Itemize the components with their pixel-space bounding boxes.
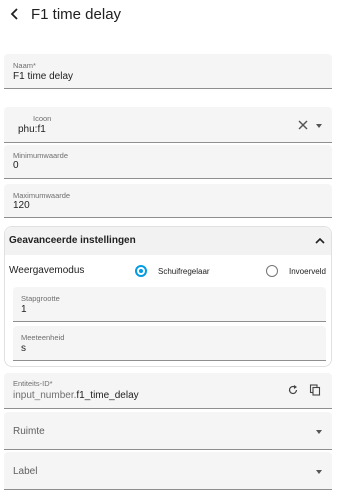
area-dropdown-label: Ruimte bbox=[13, 426, 45, 437]
clear-icon[interactable] bbox=[297, 119, 309, 131]
entity-id-value[interactable]: input_number.f1_time_delay bbox=[13, 390, 139, 401]
icon-field-label: Icoon bbox=[33, 114, 52, 123]
chevron-up-icon[interactable] bbox=[315, 236, 325, 246]
entity-id-prefix: input_number. bbox=[13, 390, 77, 401]
page-title: F1 time delay bbox=[31, 6, 122, 23]
advanced-settings-panel: Geavanceerde instellingen Weergavemodus … bbox=[4, 226, 332, 367]
advanced-settings-title: Geavanceerde instellingen bbox=[9, 235, 136, 246]
unit-field[interactable]: Meeteenheid s bbox=[13, 326, 326, 361]
max-value-label: Maximumwaarde bbox=[13, 191, 71, 200]
copy-icon[interactable] bbox=[309, 384, 321, 396]
display-mode-label: Weergavemodus bbox=[9, 265, 85, 276]
area-dropdown[interactable]: Ruimte bbox=[4, 412, 332, 450]
restore-icon[interactable] bbox=[287, 384, 299, 396]
radio-input-field[interactable] bbox=[266, 265, 278, 277]
area-chevron-down-icon[interactable] bbox=[316, 430, 322, 434]
step-size-label: Stapgrootte bbox=[21, 294, 60, 303]
min-value-input[interactable]: 0 bbox=[13, 160, 19, 171]
name-field[interactable]: Naam* F1 time delay bbox=[4, 54, 332, 89]
back-arrow-icon[interactable] bbox=[6, 5, 24, 23]
entity-id-input[interactable]: f1_time_delay bbox=[76, 390, 138, 401]
icon-field-value[interactable]: phu:f1 bbox=[18, 124, 46, 135]
name-field-label: Naam* bbox=[13, 61, 36, 70]
label-dropdown[interactable]: Label bbox=[4, 452, 332, 490]
icon-dropdown-arrow-icon[interactable] bbox=[316, 124, 322, 128]
label-dropdown-label: Label bbox=[13, 466, 38, 477]
radio-slider-label[interactable]: Schuifregelaar bbox=[158, 267, 210, 276]
step-size-field[interactable]: Stapgrootte 1 bbox=[13, 287, 326, 322]
unit-label: Meeteenheid bbox=[21, 333, 65, 342]
advanced-settings-header[interactable]: Geavanceerde instellingen bbox=[5, 227, 331, 255]
min-value-label: Minimumwaarde bbox=[13, 151, 69, 160]
app-header: F1 time delay bbox=[0, 0, 338, 30]
label-chevron-down-icon[interactable] bbox=[316, 470, 322, 474]
radio-input-field-label[interactable]: Invoerveld bbox=[289, 267, 326, 276]
step-size-input[interactable]: 1 bbox=[21, 304, 27, 315]
min-value-field[interactable]: Minimumwaarde 0 bbox=[4, 145, 332, 179]
icon-field[interactable]: Icoon phu:f1 bbox=[4, 107, 332, 143]
name-field-value[interactable]: F1 time delay bbox=[13, 71, 73, 82]
radio-slider[interactable] bbox=[135, 265, 147, 277]
max-value-field[interactable]: Maximumwaarde 120 bbox=[4, 184, 332, 218]
entity-id-label: Entiteits-ID* bbox=[13, 379, 53, 388]
unit-input[interactable]: s bbox=[21, 343, 26, 354]
entity-id-field[interactable]: Entiteits-ID* input_number.f1_time_delay bbox=[4, 373, 332, 409]
max-value-input[interactable]: 120 bbox=[13, 200, 30, 211]
